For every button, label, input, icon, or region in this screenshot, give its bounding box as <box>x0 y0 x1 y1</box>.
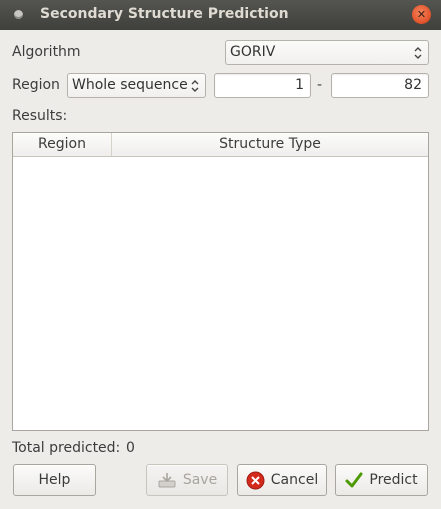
results-table[interactable]: Region Structure Type <box>12 132 429 431</box>
save-icon <box>158 473 176 488</box>
region-to-input[interactable]: 82 <box>331 73 429 98</box>
save-button[interactable]: Save <box>146 464 228 496</box>
total-predicted-label: Total predicted: <box>12 440 121 456</box>
region-from-input[interactable]: 1 <box>214 73 311 98</box>
column-header-structure-type[interactable]: Structure Type <box>112 133 428 156</box>
window-title: Secondary Structure Prediction <box>40 6 289 22</box>
column-header-region[interactable]: Region <box>13 133 112 156</box>
results-label: Results: <box>12 108 68 124</box>
algorithm-label: Algorithm <box>12 44 81 60</box>
cancel-button[interactable]: Cancel <box>237 464 327 496</box>
predict-button-label: Predict <box>369 472 418 488</box>
checkmark-icon <box>345 472 363 488</box>
updown-arrows-icon <box>191 80 199 92</box>
region-selected-value: Whole sequence <box>72 77 188 93</box>
total-predicted-value: 0 <box>126 440 135 456</box>
region-select[interactable]: Whole sequence <box>67 73 206 98</box>
help-button-label: Help <box>38 472 71 488</box>
title-bar[interactable]: Secondary Structure Prediction ✕ <box>0 0 441 30</box>
table-header: Region Structure Type <box>13 133 428 157</box>
help-button[interactable]: Help <box>13 464 96 496</box>
dialog-window: Secondary Structure Prediction ✕ Algorit… <box>0 0 441 509</box>
algorithm-selected-value: GORIV <box>230 44 276 60</box>
predict-button[interactable]: Predict <box>335 464 428 496</box>
app-dot-icon <box>14 10 23 19</box>
algorithm-select[interactable]: GORIV <box>225 40 429 65</box>
close-icon[interactable]: ✕ <box>412 5 431 24</box>
updown-arrows-icon <box>414 47 422 59</box>
range-separator: - <box>317 77 323 93</box>
cancel-button-label: Cancel <box>270 472 319 488</box>
cancel-icon <box>246 471 265 489</box>
region-label: Region <box>12 77 60 93</box>
save-button-label: Save <box>182 472 218 488</box>
